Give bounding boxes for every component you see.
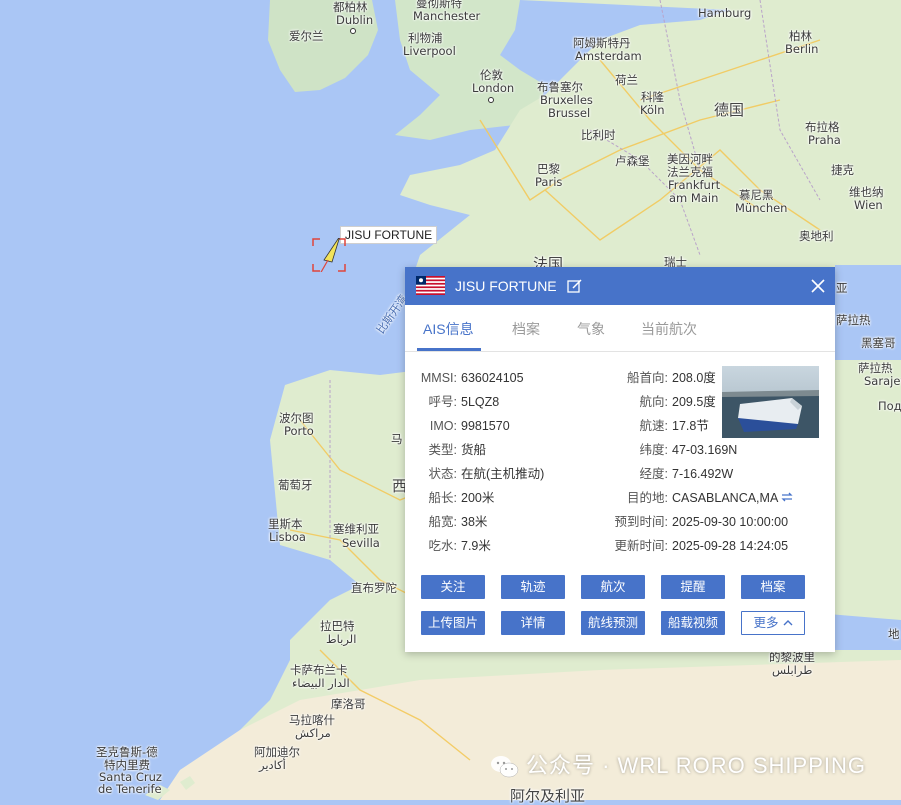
map-label-agadir-ar: أكادير	[259, 758, 286, 772]
map-label-marrakech-ar: مراكش	[295, 726, 331, 740]
ship-info-panel: JISU FORTUNE AIS信息 档案 气象 当前航次 MMSI: 63602…	[405, 267, 835, 652]
map-label-rabat-ar: الرباط	[326, 632, 357, 646]
city-dot-london	[488, 97, 494, 103]
map-label-luxembourg: 卢森堡	[615, 154, 650, 168]
ship-marker-icon[interactable]	[312, 238, 346, 272]
tab-ais-info[interactable]: AIS信息	[423, 319, 474, 339]
alert-button[interactable]: 提醒	[661, 575, 725, 599]
liberia-flag-icon	[416, 276, 445, 295]
map-label-vienna: Wien	[854, 198, 883, 212]
ship-map-label[interactable]: JISU FORTUNE	[340, 226, 438, 244]
map-label-amsterdam: Amsterdam	[575, 49, 642, 63]
swap-icon[interactable]	[780, 491, 794, 503]
active-tab-indicator	[417, 348, 481, 351]
info-row-latitude: 纬度: 47-03.169N	[639, 443, 738, 457]
map-label-frankfurt2: am Main	[669, 191, 719, 205]
tab-archive[interactable]: 档案	[512, 319, 540, 339]
info-row-type: 类型: 货船	[428, 443, 487, 457]
map-label-belgium: 比利时	[581, 128, 616, 142]
voyage-button[interactable]: 航次	[581, 575, 645, 599]
info-row-course: 航向: 209.5度	[639, 395, 716, 409]
map-label-seville-cn: 塞维利亚	[333, 522, 379, 536]
city-dot-dublin	[350, 28, 356, 34]
map-label-madrid-cn: 马	[391, 432, 403, 446]
map-label-lisbon: Lisboa	[269, 530, 306, 544]
details-button[interactable]: 详情	[501, 611, 565, 635]
map-label-munich: München	[735, 201, 788, 215]
info-row-updated: 更新时间: 2025-09-28 14:24:05	[614, 539, 789, 553]
map-label-tenerife2: de Tenerife	[98, 782, 162, 796]
map-label-dublin: Dublin	[336, 13, 374, 27]
watermark-text: 公众号 · WRL RORO SHIPPING	[526, 753, 866, 778]
upload-photo-button[interactable]: 上传图片	[421, 611, 485, 635]
map-label-paris: Paris	[535, 175, 563, 189]
info-row-length: 船长: 200米	[428, 491, 495, 505]
route-prediction-button[interactable]: 航线预测	[581, 611, 645, 635]
map-label-montenegro: 黑塞哥	[861, 336, 896, 350]
info-row-status: 状态: 在航(主机推动)	[428, 467, 545, 481]
ship-photo[interactable]	[722, 366, 819, 438]
onboard-video-button[interactable]: 船载视频	[661, 611, 725, 635]
map-label-sarajevo: Sarajev	[864, 374, 901, 388]
track-button[interactable]: 轨迹	[501, 575, 565, 599]
edit-icon[interactable]	[567, 279, 582, 294]
watermark: 公众号 · WRL RORO SHIPPING	[490, 748, 866, 780]
map-label-ireland: 爱尔兰	[289, 29, 324, 43]
map-label-netherlands: 荷兰	[615, 73, 638, 87]
close-icon[interactable]	[810, 278, 826, 294]
follow-button[interactable]: 关注	[421, 575, 485, 599]
info-row-mmsi: MMSI: 636024105	[420, 371, 524, 385]
info-row-imo: IMO: 9981570	[429, 419, 510, 433]
info-row-destination: 目的地: CASABLANCA,MA	[608, 491, 794, 505]
tab-weather[interactable]: 气象	[577, 319, 605, 339]
map-label-london: London	[472, 81, 515, 95]
map-label-czech: 捷克	[831, 163, 854, 177]
archive-button[interactable]: 档案	[741, 575, 805, 599]
map-label-manchester: Manchester	[413, 9, 481, 23]
more-button-label: 更多	[753, 616, 779, 630]
map-label-liverpool: Liverpool	[403, 44, 456, 58]
panel-ship-name: JISU FORTUNE	[455, 278, 557, 294]
map-label-gibraltar: 直布罗陀	[351, 581, 397, 595]
map-label-podgorica: Подго	[878, 399, 901, 413]
info-row-callsign: 呼号: 5LQZ8	[428, 395, 500, 409]
map-label-sea-edge: 地	[888, 627, 900, 641]
info-row-beam: 船宽: 38米	[428, 515, 488, 529]
map-label-portugal: 葡萄牙	[278, 478, 313, 492]
map-label-porto: Porto	[284, 424, 314, 438]
map-label-seville: Sevilla	[342, 536, 380, 550]
map-label-hamburg: Hamburg	[698, 6, 752, 20]
map-label-morocco: 摩洛哥	[331, 697, 366, 711]
map-label-berlin: Berlin	[785, 42, 819, 56]
map-label-algeria: 阿尔及利亚	[510, 787, 586, 805]
info-row-longitude: 经度: 7-16.492W	[639, 467, 734, 481]
tab-current-voyage[interactable]: 当前航次	[641, 319, 697, 339]
wechat-icon	[491, 756, 519, 778]
map-label-germany: 德国	[714, 101, 745, 119]
panel-header: JISU FORTUNE	[405, 267, 835, 305]
map-label-prague: Praha	[808, 133, 841, 147]
chevron-up-icon	[783, 620, 792, 626]
info-row-draft: 吃水: 7.9米	[428, 539, 491, 553]
map-label-bosnia-cn: 萨拉热	[836, 313, 871, 327]
map-label-austria: 奥地利	[799, 229, 834, 243]
map-label-casablanca-ar: الدار البيضاء	[292, 676, 350, 690]
map-label-brussels-nl: Brussel	[548, 106, 591, 120]
map-label-cologne: Köln	[640, 103, 665, 117]
map-label-tripoli-ar: طرابلس	[772, 663, 813, 677]
info-row-heading: 船首向: 208.0度	[627, 371, 716, 385]
panel-tabs: AIS信息 档案 气象 当前航次	[405, 305, 835, 352]
more-button[interactable]: 更多	[741, 611, 805, 635]
info-row-speed: 航速: 17.8节	[639, 419, 709, 433]
map-label-italy: 亚	[836, 281, 848, 295]
info-row-eta: 预到时间: 2025-09-30 10:00:00	[614, 515, 789, 529]
